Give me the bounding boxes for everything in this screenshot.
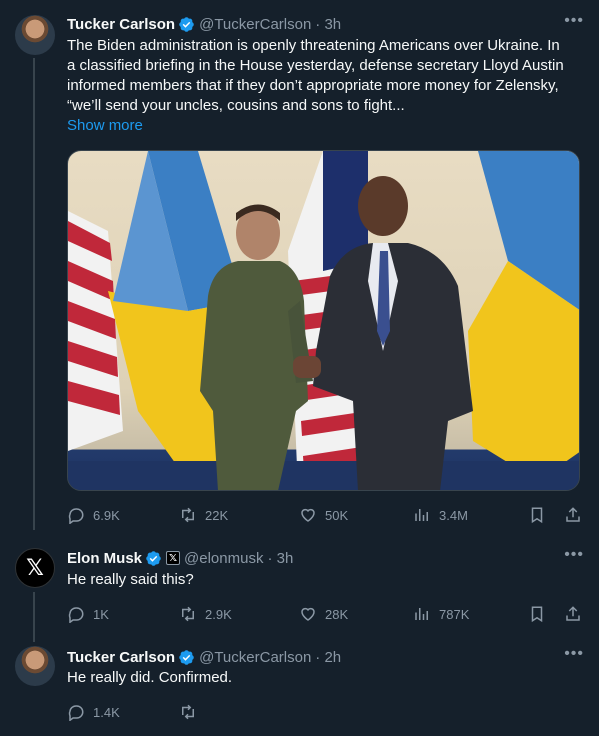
- author-handle[interactable]: @TuckerCarlson: [199, 16, 311, 33]
- more-icon[interactable]: •••: [564, 546, 584, 564]
- tweet-text-line: “we’ll send your uncles, cousins and son…: [67, 97, 405, 114]
- tweet-time[interactable]: · 3h: [267, 550, 293, 567]
- repost-button[interactable]: [179, 702, 205, 722]
- verified-badge-icon: [179, 16, 194, 32]
- reply-button[interactable]: 6.9K: [67, 505, 120, 525]
- author-name[interactable]: Elon Musk: [67, 550, 142, 567]
- tweet-photo[interactable]: [67, 150, 580, 491]
- reply-icon: [68, 607, 84, 623]
- tweet-text: The Biden administration is openly threa…: [67, 36, 587, 136]
- repost-count: 2.9K: [205, 606, 232, 622]
- views-count: 787K: [439, 606, 470, 622]
- views-button[interactable]: 787K: [413, 604, 469, 624]
- views-count: 3.4M: [439, 507, 468, 523]
- reply-count: 6.9K: [93, 507, 120, 523]
- repost-button[interactable]: 22K: [179, 505, 228, 525]
- x-logo-icon: 𝕏: [26, 555, 44, 581]
- views-icon: [415, 608, 428, 620]
- tweet-header: Tucker Carlson @TuckerCarlson · 3h •••: [67, 12, 584, 34]
- affiliate-badge-icon: 𝕏: [166, 551, 181, 565]
- tweet-text: He really said this?: [67, 571, 194, 588]
- reply-count: 1.4K: [93, 704, 120, 720]
- repost-count: 22K: [205, 507, 229, 523]
- avatar[interactable]: 𝕏: [15, 548, 55, 588]
- verified-badge-icon: [146, 550, 161, 566]
- tweet-time[interactable]: · 3h: [315, 16, 341, 33]
- views-button[interactable]: 3.4M: [413, 505, 468, 525]
- tweet[interactable]: Tucker Carlson @TuckerCarlson · 2h ••• H…: [0, 640, 599, 736]
- bookmark-icon: [531, 507, 543, 524]
- more-icon[interactable]: •••: [564, 12, 584, 30]
- author-handle[interactable]: @TuckerCarlson: [199, 649, 311, 666]
- share-icon: [566, 507, 580, 522]
- show-more-link[interactable]: Show more: [67, 116, 587, 136]
- tweet-text-line: The Biden administration is openly threa…: [67, 37, 560, 54]
- repost-icon: [182, 507, 194, 523]
- author-handle[interactable]: @elonmusk: [184, 550, 263, 567]
- verified-badge-icon: [179, 649, 194, 665]
- reply-icon: [68, 705, 84, 721]
- bookmark-icon: [531, 606, 543, 623]
- tweet[interactable]: 𝕏 Elon Musk 𝕏 @elonmusk · 3h ••• He real…: [0, 540, 599, 640]
- reply-icon: [68, 508, 84, 524]
- share-button[interactable]: [564, 604, 590, 624]
- photo-illustration: [68, 151, 579, 490]
- tweet-actions: 1K 2.9K 28K 787K: [67, 604, 584, 624]
- like-icon: [301, 508, 315, 522]
- tweet-actions: 1.4K: [67, 702, 584, 722]
- repost-icon: [182, 606, 194, 622]
- like-button[interactable]: 28K: [299, 604, 348, 624]
- tweet-text: He really did. Confirmed.: [67, 669, 233, 686]
- bookmark-button[interactable]: [528, 604, 554, 624]
- repost-button[interactable]: 2.9K: [179, 604, 232, 624]
- views-icon: [415, 509, 428, 521]
- reply-count: 1K: [93, 606, 109, 622]
- like-icon: [301, 607, 315, 621]
- repost-icon: [182, 704, 194, 720]
- more-icon[interactable]: •••: [564, 645, 584, 663]
- tweet-actions: 6.9K 22K 50K 3.4M: [67, 505, 584, 525]
- tweet-text-line: informed members that if they don’t appr…: [67, 77, 559, 94]
- tweet-header: Elon Musk 𝕏 @elonmusk · 3h •••: [67, 546, 584, 568]
- like-count: 50K: [325, 507, 349, 523]
- share-button[interactable]: [564, 505, 590, 525]
- bookmark-button[interactable]: [528, 505, 554, 525]
- author-name[interactable]: Tucker Carlson: [67, 649, 175, 666]
- us-flag-left: [68, 211, 123, 451]
- like-count: 28K: [325, 606, 349, 622]
- reply-button[interactable]: 1K: [67, 604, 109, 624]
- tweet-header: Tucker Carlson @TuckerCarlson · 2h •••: [67, 645, 584, 667]
- ukraine-flag-right: [468, 151, 579, 481]
- avatar[interactable]: [15, 15, 55, 55]
- tweet[interactable]: Tucker Carlson @TuckerCarlson · 3h ••• T…: [0, 0, 599, 540]
- share-icon: [566, 606, 580, 621]
- tweet-text-line: a classified briefing in the House yeste…: [67, 57, 564, 74]
- author-name[interactable]: Tucker Carlson: [67, 16, 175, 33]
- tweet-time[interactable]: · 2h: [315, 649, 341, 666]
- like-button[interactable]: 50K: [299, 505, 348, 525]
- reply-button[interactable]: 1.4K: [67, 702, 120, 722]
- avatar[interactable]: [15, 646, 55, 686]
